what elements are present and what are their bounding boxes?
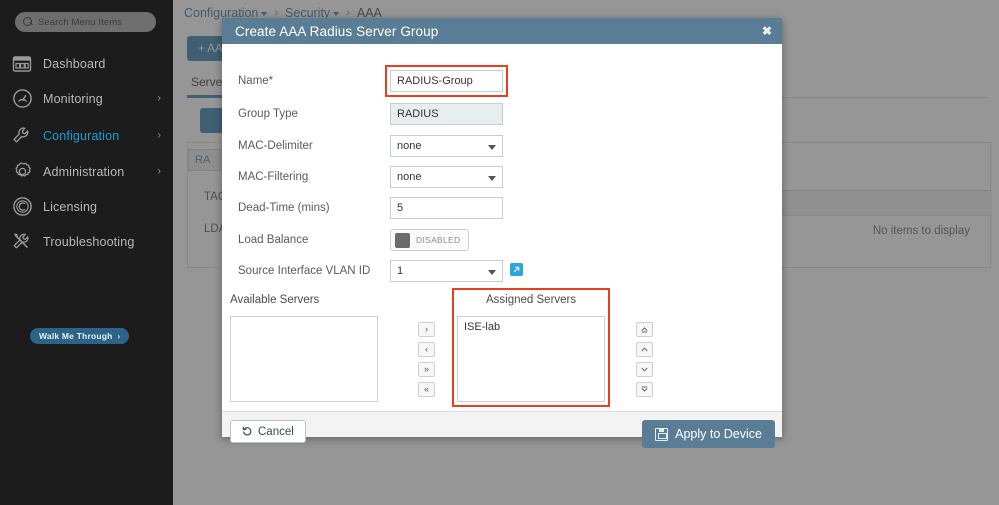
dead-time-input[interactable] bbox=[390, 197, 503, 219]
chevron-right-icon: › bbox=[157, 129, 161, 141]
name-label: Name* bbox=[238, 75, 274, 87]
load-balance-label: Load Balance bbox=[238, 234, 309, 246]
sidebar-item-licensing[interactable]: Licensing bbox=[0, 189, 173, 224]
mac-delimiter-select[interactable]: none bbox=[390, 135, 503, 157]
move-all-right-button[interactable]: » bbox=[418, 362, 435, 377]
mac-filtering-label: MAC-Filtering bbox=[238, 171, 309, 183]
move-right-button[interactable]: › bbox=[418, 322, 435, 337]
dashboard-icon bbox=[10, 52, 34, 76]
move-to-top-button[interactable] bbox=[636, 322, 653, 337]
dialog-title: Create AAA Radius Server Group bbox=[235, 23, 439, 39]
sidebar-item-monitoring[interactable]: Monitoring › bbox=[0, 81, 173, 116]
dialog-body: Name* Group Type MAC-Delimiter none bbox=[222, 44, 782, 411]
gear-icon bbox=[10, 160, 34, 184]
load-balance-toggle[interactable]: DISABLED bbox=[390, 229, 469, 251]
group-type-input bbox=[390, 103, 503, 125]
mac-filtering-select[interactable]: none bbox=[390, 166, 503, 188]
field-row-load-balance: Load Balance DISABLED bbox=[222, 229, 782, 251]
load-balance-state: DISABLED bbox=[416, 235, 461, 245]
name-input[interactable] bbox=[390, 70, 503, 92]
sidebar: Search Menu Items Dashboard Monitoring ›… bbox=[0, 0, 173, 505]
chevron-right-icon: › bbox=[157, 92, 161, 104]
chevron-right-icon: › bbox=[157, 165, 161, 177]
chevron-down-icon bbox=[488, 145, 496, 150]
apply-to-device-button[interactable]: Apply to Device bbox=[642, 420, 775, 448]
assigned-servers-label: Assigned Servers bbox=[486, 294, 577, 306]
field-row-group-type: Group Type bbox=[222, 103, 782, 125]
walk-me-through-button[interactable]: Walk Me Through › bbox=[30, 328, 130, 344]
dialog-footer: Cancel Apply to Device bbox=[222, 411, 782, 448]
chevron-right-icon: › bbox=[117, 331, 121, 341]
mac-delimiter-label: MAC-Delimiter bbox=[238, 140, 313, 152]
chevron-down-icon bbox=[488, 270, 496, 275]
toggle-knob bbox=[395, 232, 410, 248]
sidebar-item-label: Troubleshooting bbox=[43, 234, 135, 249]
search-placeholder: Search Menu Items bbox=[38, 16, 123, 28]
search-icon bbox=[23, 17, 33, 27]
available-servers-listbox[interactable] bbox=[230, 316, 378, 402]
external-link-icon[interactable] bbox=[510, 263, 523, 276]
field-row-source-vlan: Source Interface VLAN ID 1 bbox=[222, 260, 782, 282]
source-vlan-label: Source Interface VLAN ID bbox=[238, 265, 371, 277]
source-vlan-value: 1 bbox=[397, 265, 404, 277]
source-vlan-select[interactable]: 1 bbox=[390, 260, 503, 282]
sidebar-item-dashboard[interactable]: Dashboard bbox=[0, 46, 173, 81]
sidebar-item-label: Administration bbox=[43, 164, 125, 179]
move-up-button[interactable] bbox=[636, 342, 653, 357]
troubleshooting-icon bbox=[10, 230, 34, 254]
field-row-mac-filtering: MAC-Filtering none bbox=[222, 166, 782, 188]
move-to-bottom-button[interactable] bbox=[636, 382, 653, 397]
list-item[interactable]: ISE-lab bbox=[458, 317, 604, 333]
move-left-button[interactable]: ‹ bbox=[418, 342, 435, 357]
dialog-header: Create AAA Radius Server Group ✖ bbox=[222, 18, 782, 44]
search-input[interactable]: Search Menu Items bbox=[15, 12, 156, 32]
app-root: Search Menu Items Dashboard Monitoring ›… bbox=[0, 0, 999, 505]
sidebar-item-label: Monitoring bbox=[43, 91, 103, 106]
mac-filtering-value: none bbox=[397, 171, 422, 183]
move-down-button[interactable] bbox=[636, 362, 653, 377]
sidebar-item-configuration[interactable]: Configuration › bbox=[0, 118, 173, 153]
assigned-servers-listbox[interactable]: ISE-lab bbox=[457, 316, 605, 402]
walk-me-through-label: Walk Me Through bbox=[39, 331, 113, 341]
available-servers-label: Available Servers bbox=[230, 294, 320, 306]
sidebar-item-label: Configuration bbox=[43, 128, 120, 143]
sidebar-item-troubleshooting[interactable]: Troubleshooting bbox=[0, 224, 173, 259]
apply-label: Apply to Device bbox=[675, 427, 762, 441]
cancel-label: Cancel bbox=[258, 425, 294, 438]
group-type-label: Group Type bbox=[238, 108, 298, 120]
sidebar-item-label: Dashboard bbox=[43, 56, 106, 71]
close-icon[interactable]: ✖ bbox=[762, 25, 772, 37]
undo-icon bbox=[242, 425, 253, 439]
sidebar-item-administration[interactable]: Administration › bbox=[0, 154, 173, 189]
create-aaa-radius-server-group-dialog: Create AAA Radius Server Group ✖ Name* G… bbox=[222, 18, 782, 448]
move-all-left-button[interactable]: « bbox=[418, 382, 435, 397]
wrench-icon bbox=[10, 124, 34, 148]
sidebar-item-label: Licensing bbox=[43, 199, 98, 214]
save-icon bbox=[655, 427, 669, 441]
chevron-down-icon bbox=[488, 176, 496, 181]
cancel-button[interactable]: Cancel bbox=[230, 420, 306, 443]
field-row-mac-delimiter: MAC-Delimiter none bbox=[222, 135, 782, 157]
licensing-icon bbox=[10, 195, 34, 219]
dead-time-label: Dead-Time (mins) bbox=[238, 202, 330, 214]
gauge-icon bbox=[10, 87, 34, 111]
field-row-dead-time: Dead-Time (mins) bbox=[222, 197, 782, 219]
mac-delimiter-value: none bbox=[397, 140, 422, 152]
field-row-name: Name* bbox=[222, 70, 782, 92]
